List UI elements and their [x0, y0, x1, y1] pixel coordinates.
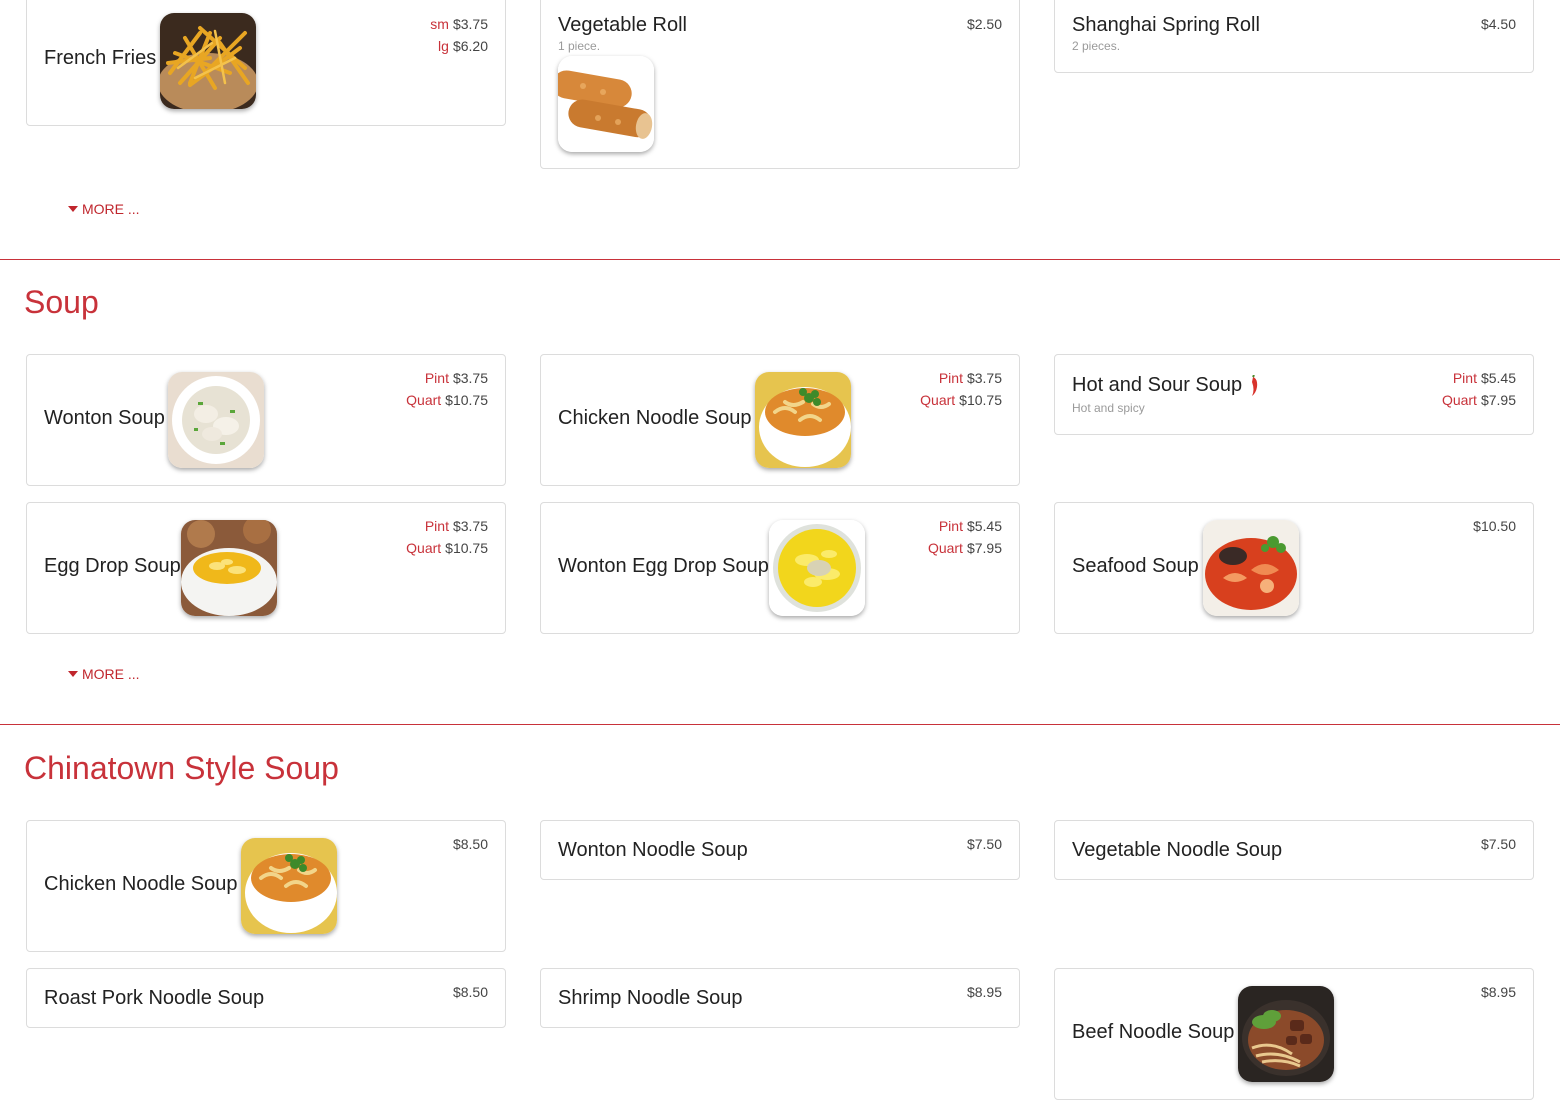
- french-fries-photo: [160, 13, 256, 109]
- item-name: Vegetable Roll: [558, 14, 687, 36]
- menu-item-french-fries[interactable]: French Fries sm $3.75 lg $6.20: [26, 0, 506, 126]
- menu-item-vegetable-roll[interactable]: Vegetable Roll 1 piece. $2.50: [540, 0, 1020, 169]
- section-divider: [0, 724, 1560, 725]
- more-button[interactable]: MORE ...: [68, 201, 140, 217]
- section-title-soup: Soup: [24, 284, 99, 320]
- price-list: $8.50: [452, 984, 488, 1000]
- menu-item-chicken-noodle-soup[interactable]: Chicken Noodle Soup Pint $3.75 Quart $10.7…: [540, 354, 1020, 486]
- price-list: Pint $3.75 Quart $10.75: [406, 518, 488, 556]
- item-description: 2 pieces.: [1072, 39, 1121, 53]
- seafood-soup-photo: [1203, 520, 1299, 616]
- menu-item-wonton-noodle-soup[interactable]: Wonton Noodle Soup $7.50: [540, 820, 1020, 880]
- menu-item-wonton-egg-drop-soup[interactable]: Wonton Egg Drop Soup Pint $5.45 Quart $7.9…: [540, 502, 1020, 634]
- item-name: Wonton Egg Drop Soup: [558, 555, 769, 577]
- section-divider: [0, 259, 1560, 260]
- wonton-egg-drop-soup-photo: [769, 520, 865, 616]
- menu-item-hot-and-sour-soup[interactable]: Hot and Sour Soup Hot and spicy Pint $5.4…: [1054, 354, 1534, 435]
- beef-noodle-soup-photo: [1238, 986, 1334, 1082]
- price-list: $2.50: [966, 16, 1002, 32]
- item-name: Beef Noodle Soup: [1072, 1021, 1235, 1043]
- chicken-noodle-soup-photo: [241, 838, 337, 934]
- menu-item-wonton-soup[interactable]: Wonton Soup Pint $3.75 Quart $10.75: [26, 354, 506, 486]
- price-list: $7.50: [1480, 836, 1516, 852]
- price-list: Pint $5.45 Quart $7.95: [1441, 370, 1516, 408]
- menu-item-roast-pork-noodle-soup[interactable]: Roast Pork Noodle Soup $8.50: [26, 968, 506, 1028]
- item-name: Hot and Sour Soup: [1072, 374, 1260, 397]
- item-name: Wonton Noodle Soup: [558, 839, 748, 861]
- menu-item-shrimp-noodle-soup[interactable]: Shrimp Noodle Soup $8.95: [540, 968, 1020, 1028]
- item-name: Roast Pork Noodle Soup: [44, 987, 265, 1009]
- menu-item-shanghai-spring-roll[interactable]: Shanghai Spring Roll 2 pieces. $4.50: [1054, 0, 1534, 73]
- menu-item-beef-noodle-soup[interactable]: Beef Noodle Soup $8.95: [1054, 968, 1534, 1100]
- item-name: Chicken Noodle Soup: [558, 407, 752, 429]
- price-list: Pint $3.75 Quart $10.75: [406, 370, 488, 408]
- item-name: Seafood Soup: [1072, 555, 1199, 577]
- item-name: Shrimp Noodle Soup: [558, 987, 743, 1009]
- chicken-noodle-soup-photo: [755, 372, 851, 468]
- price-list: $8.95: [966, 984, 1002, 1000]
- menu-item-seafood-soup[interactable]: Seafood Soup $10.50: [1054, 502, 1534, 634]
- menu-item-chicken-noodle-soup[interactable]: Chicken Noodle Soup $8.50: [26, 820, 506, 952]
- price-list: $8.50: [452, 836, 488, 852]
- price-list: $10.50: [1473, 518, 1516, 534]
- item-name: Wonton Soup: [44, 407, 165, 429]
- more-button[interactable]: MORE ...: [68, 666, 140, 682]
- egg-drop-soup-photo: [181, 520, 277, 616]
- price-list: $8.95: [1480, 984, 1516, 1000]
- chili-pepper-icon: [1252, 374, 1258, 396]
- item-name: Egg Drop Soup: [44, 555, 181, 577]
- menu-item-egg-drop-soup[interactable]: Egg Drop Soup Pint $3.75 Quart $10.75: [26, 502, 506, 634]
- item-name: French Fries: [44, 47, 157, 69]
- price-list: $7.50: [966, 836, 1002, 852]
- price-list: Pint $5.45 Quart $7.95: [927, 518, 1002, 556]
- price-list: $4.50: [1480, 16, 1516, 32]
- item-description: 1 piece.: [558, 39, 601, 53]
- vegetable-roll-photo: [558, 56, 654, 152]
- price-list: Pint $3.75 Quart $10.75: [920, 370, 1002, 408]
- price-list: sm $3.75 lg $6.20: [430, 16, 488, 54]
- item-name: Chicken Noodle Soup: [44, 873, 238, 895]
- menu-item-vegetable-noodle-soup[interactable]: Vegetable Noodle Soup $7.50: [1054, 820, 1534, 880]
- item-name: Shanghai Spring Roll: [1072, 14, 1260, 36]
- caret-down-icon: [68, 206, 78, 212]
- item-description: Hot and spicy: [1072, 401, 1145, 415]
- wonton-soup-photo: [168, 372, 264, 468]
- caret-down-icon: [68, 671, 78, 677]
- item-name: Vegetable Noodle Soup: [1072, 839, 1283, 861]
- section-title-chinatown-style-soup: Chinatown Style Soup: [24, 750, 339, 786]
